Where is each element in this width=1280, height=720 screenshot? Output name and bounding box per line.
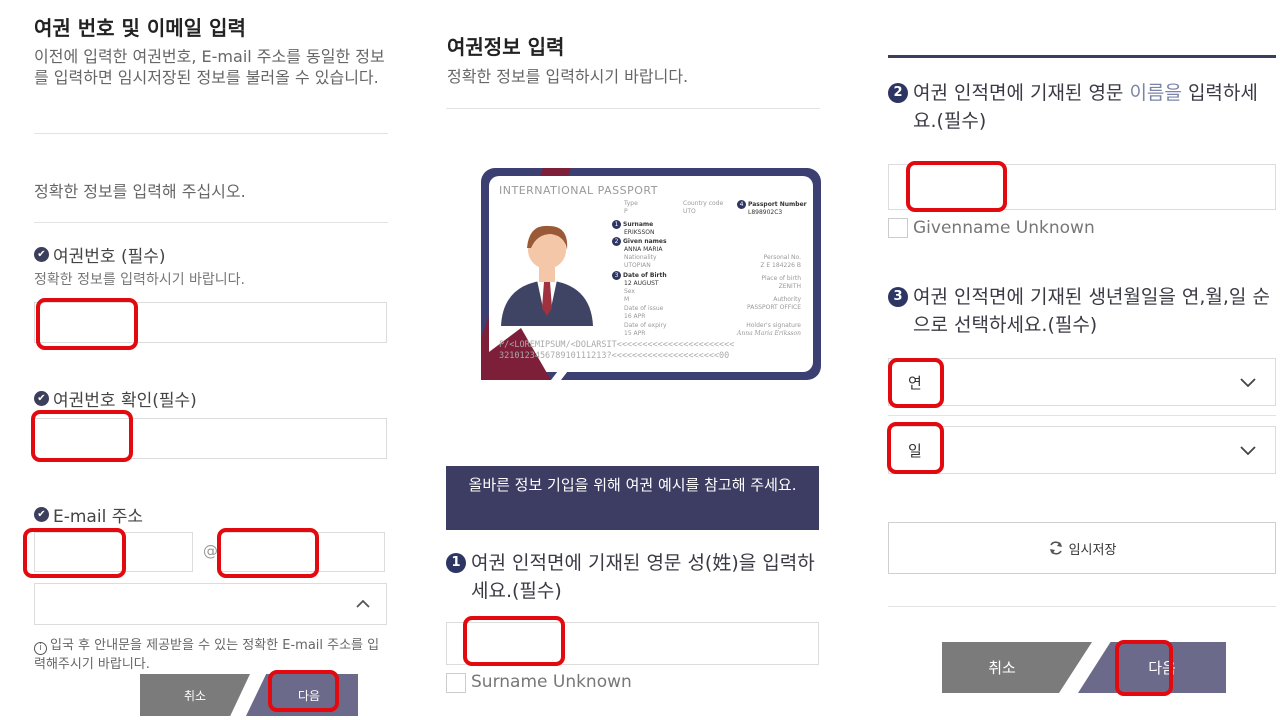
passport-surname: 1 Surname ERIKSSON — [612, 220, 655, 237]
page-title: 여권 번호 및 이메일 입력 — [34, 16, 246, 40]
passport-given-names: 2 Given names ANNA MARIA — [612, 237, 667, 254]
highlight-box — [23, 528, 126, 578]
surname-unknown-checkbox[interactable] — [446, 673, 466, 693]
passport-issue: Date of issue 16 APR — [624, 305, 664, 320]
step-number-badge: 3 — [888, 287, 908, 307]
passport-type: Type P — [624, 200, 638, 215]
email-domain-select[interactable] — [34, 583, 387, 625]
chevron-down-icon — [1240, 446, 1256, 456]
passport-nationality: Nationality UTOPIAN — [624, 254, 657, 269]
highlight-box — [906, 161, 1007, 212]
passport-number: 4 Passport Number L898902C3 — [737, 200, 807, 217]
temp-save-button[interactable]: 임시저장 — [888, 522, 1276, 574]
divider — [446, 108, 820, 109]
passport-number-label: ✔ 여권번호 (필수) — [34, 242, 166, 267]
name-dob-panel: 2 여권 인적면에 기재된 영문 이름을 입력하세요.(필수) Givennam… — [860, 0, 1280, 720]
passport-country: Country code UTO — [683, 200, 724, 215]
step-number-badge: 2 — [888, 83, 908, 103]
step-number-badge: 1 — [446, 553, 466, 573]
givenname-unknown-label: Givenname Unknown — [913, 218, 1095, 238]
reference-banner: 올바른 정보 기입을 위해 여권 예시를 참고해 주세요. — [446, 466, 819, 530]
passport-info-panel: 여권정보 입력 정확한 정보를 입력하시기 바랍니다. INTERNATIONA… — [420, 0, 860, 720]
email-info: i 입국 후 안내문을 제공받을 수 있는 정확한 E-mail 주소를 입력해주… — [34, 638, 380, 672]
passport-confirm-label: ✔ 여권번호 확인(필수) — [34, 386, 197, 411]
check-icon: ✔ — [34, 391, 49, 406]
highlight-box — [887, 422, 944, 474]
highlight-box — [1115, 640, 1173, 696]
cancel-button[interactable]: 취소 — [942, 642, 1092, 693]
passport-authority: Authority PASSPORT OFFICE — [747, 296, 801, 311]
top-rule — [888, 55, 1276, 58]
check-icon: ✔ — [34, 247, 49, 262]
divider — [34, 222, 388, 223]
divider — [34, 133, 388, 134]
highlight-box — [217, 528, 319, 578]
info-icon: i — [34, 642, 47, 655]
surname-question: 1 여권 인적면에 기재된 영문 성(姓)을 입력하세요.(필수) — [446, 549, 826, 605]
passport-expiry: Date of expiry 15 APR — [624, 322, 667, 337]
highlight-box — [268, 670, 339, 712]
passport-signature: Holder's signature Anna Maria Eriksson — [737, 322, 801, 337]
passport-mrz: P/<LOREMIPSUM/<DOLARSIT<<<<<<<<<<<<<<<<<… — [499, 340, 735, 361]
passport-dob: 3 Date of Birth 12 AUGUST — [612, 271, 667, 288]
birth-year-select[interactable]: 연 — [888, 358, 1276, 406]
passport-number-hint: 정확한 정보를 입력하시기 바랍니다. — [34, 272, 245, 288]
page-title: 여권정보 입력 — [447, 35, 565, 59]
page-description: 정확한 정보를 입력하시기 바랍니다. — [447, 67, 689, 86]
at-sign: @ — [203, 542, 218, 560]
given-name-question: 2 여권 인적면에 기재된 영문 이름을 입력하세요.(필수) — [888, 79, 1278, 135]
check-icon: ✔ — [34, 507, 49, 522]
passport-place-of-birth: Place of birth ZENITH — [761, 275, 801, 290]
birth-day-select[interactable]: 일 — [888, 426, 1276, 474]
givenname-unknown-checkbox[interactable] — [888, 218, 908, 238]
email-label: ✔ E-mail 주소 — [34, 502, 143, 527]
email-input-panel: 여권 번호 및 이메일 입력 이전에 입력한 여권번호, E-mail 주소를 … — [0, 0, 420, 720]
surname-unknown-label: Surname Unknown — [471, 672, 632, 692]
divider — [888, 415, 1276, 416]
page-description: 이전에 입력한 여권번호, E-mail 주소를 동일한 정보를 입력하면 임시… — [34, 47, 385, 87]
notice-text: 정확한 정보를 입력해 주십시오. — [34, 182, 246, 201]
highlight-box — [463, 616, 565, 666]
highlight-box — [31, 410, 133, 462]
refresh-icon — [1049, 541, 1062, 555]
highlight-box — [36, 298, 138, 350]
passport-sex: Sex M — [624, 288, 635, 303]
chevron-down-icon — [1240, 378, 1256, 388]
passport-personal-no: Personal No. Z E 184226 B — [760, 254, 801, 269]
dob-question: 3 여권 인적면에 기재된 생년월일을 연,월,일 순으로 선택하세요.(필수) — [888, 283, 1278, 339]
passport-header: INTERNATIONAL PASSPORT — [499, 184, 658, 197]
highlight-box — [888, 358, 944, 408]
chevron-up-icon — [356, 599, 370, 608]
passport-illustration: INTERNATIONAL PASSPORT Type P Country cod… — [481, 168, 821, 380]
cancel-button[interactable]: 취소 — [140, 674, 250, 716]
divider — [888, 606, 1276, 607]
